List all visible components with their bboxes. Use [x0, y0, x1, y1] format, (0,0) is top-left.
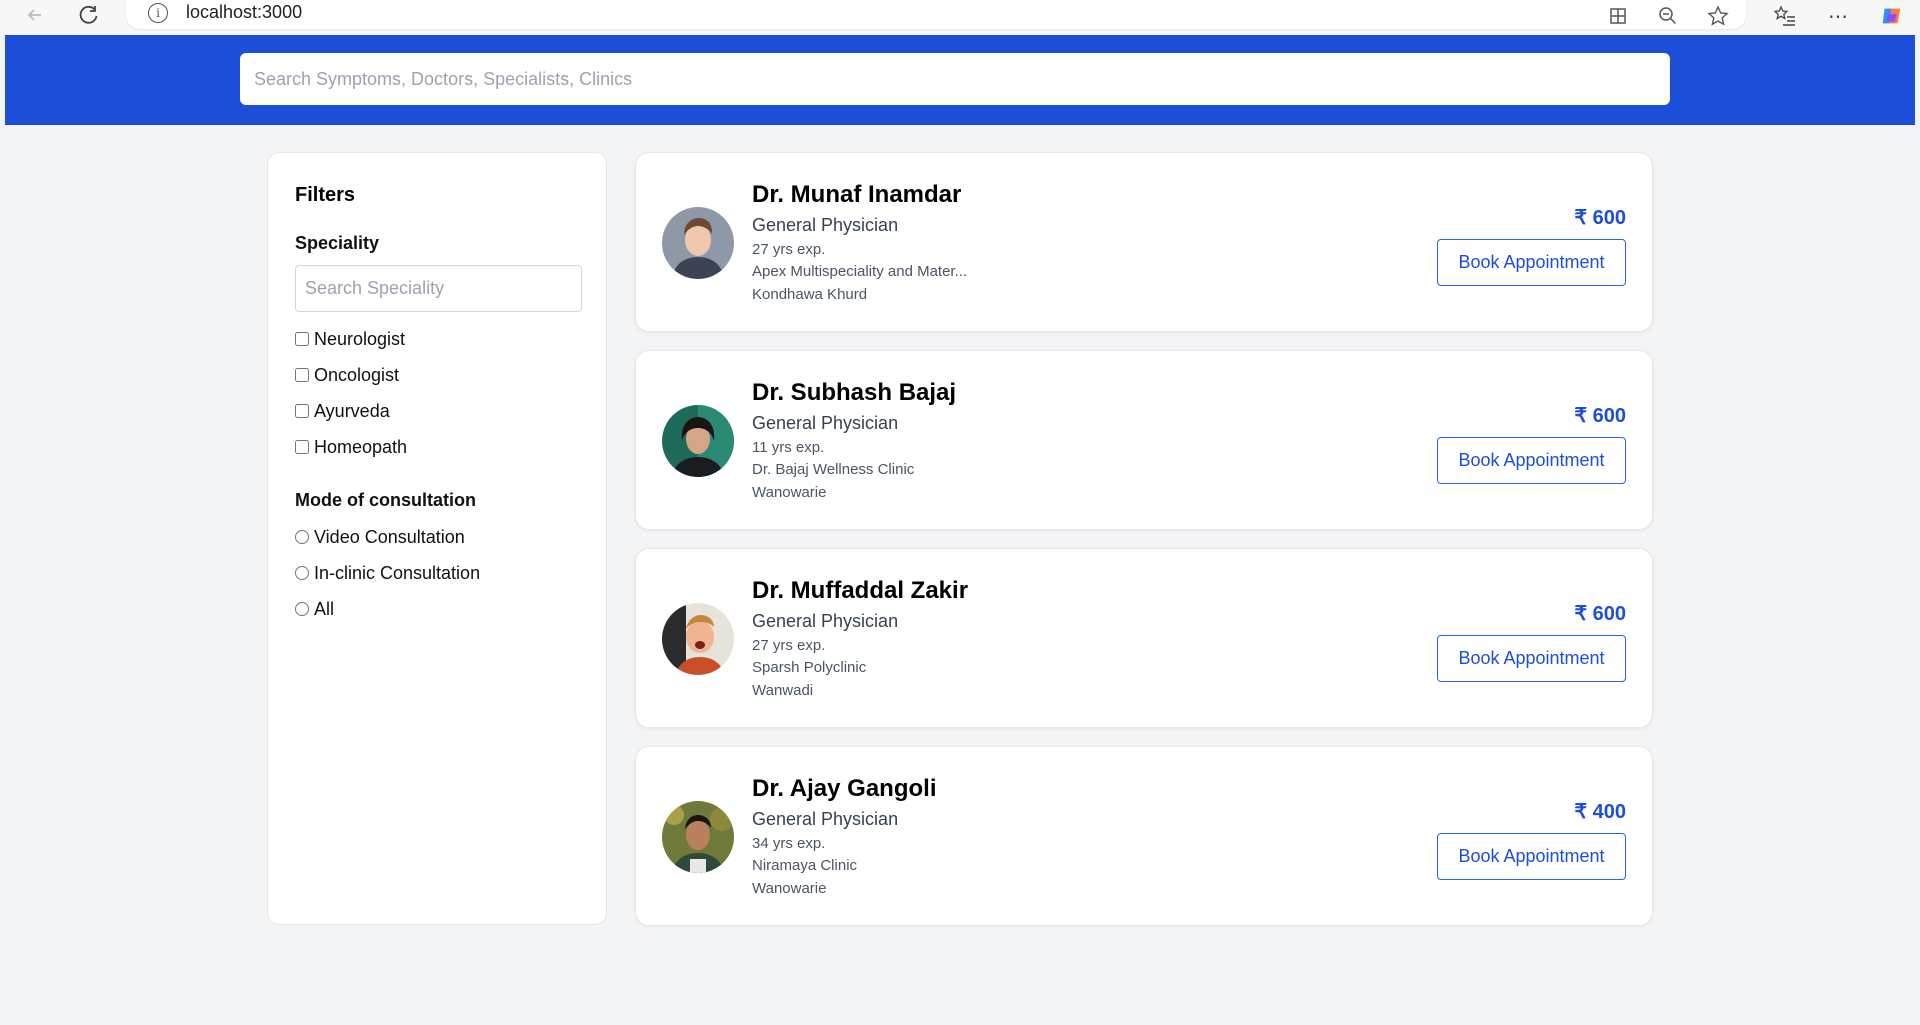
doctor-card: Dr. Munaf Inamdar General Physician 27 y…: [635, 152, 1653, 332]
doctor-location: Wanowarie: [752, 484, 827, 501]
doctor-clinic: Sparsh Polyclinic: [752, 659, 867, 676]
speciality-option-ayurveda[interactable]: Ayurveda: [295, 399, 390, 423]
filters-title: Filters: [295, 184, 356, 206]
more-options-icon[interactable]: ⋯: [1826, 4, 1850, 28]
consultation-fee: ₹ 400: [1574, 801, 1626, 823]
address-bar[interactable]: i localhost:3000: [126, 0, 1746, 29]
top-header: [5, 35, 1915, 125]
in-clinic-consultation-radio[interactable]: [295, 566, 309, 580]
filters-panel: Filters Speciality Neurologist Oncologis…: [267, 152, 607, 925]
doctor-avatar: [662, 405, 734, 477]
book-appointment-button[interactable]: Book Appointment: [1437, 635, 1626, 682]
mode-of-consultation-title: Mode of consultation: [295, 490, 476, 510]
mode-option-in-clinic[interactable]: In-clinic Consultation: [295, 561, 480, 585]
symptoms-search-input[interactable]: [240, 53, 1670, 105]
book-appointment-button[interactable]: Book Appointment: [1437, 833, 1626, 880]
doctor-avatar: [662, 207, 734, 279]
doctor-avatar: [662, 801, 734, 873]
option-label: All: [314, 598, 335, 619]
doctor-location: Wanowarie: [752, 880, 827, 897]
consultation-fee: ₹ 600: [1574, 603, 1626, 625]
browser-toolbar: i localhost:3000 ⋯: [0, 0, 1920, 35]
video-consultation-radio[interactable]: [295, 530, 309, 544]
doctor-location: Wanwadi: [752, 682, 814, 699]
doctor-speciality: General Physician: [752, 809, 899, 829]
doctor-card: Dr. Subhash Bajaj General Physician 11 y…: [635, 350, 1653, 530]
doctor-speciality: General Physician: [752, 413, 899, 433]
app-available-icon[interactable]: [1606, 4, 1630, 28]
doctor-clinic: Niramaya Clinic: [752, 857, 858, 874]
oncologist-checkbox[interactable]: [295, 368, 309, 382]
copilot-icon[interactable]: [1880, 4, 1904, 28]
speciality-option-oncologist[interactable]: Oncologist: [295, 363, 399, 387]
refresh-icon[interactable]: [76, 2, 102, 28]
doctor-card: Dr. Ajay Gangoli General Physician 34 yr…: [635, 746, 1653, 926]
mode-option-video[interactable]: Video Consultation: [295, 525, 465, 549]
neurologist-checkbox[interactable]: [295, 332, 309, 346]
option-label: Homeopath: [314, 436, 408, 457]
speciality-option-homeopath[interactable]: Homeopath: [295, 435, 407, 459]
doctor-name: Dr. Subhash Bajaj: [752, 379, 957, 406]
doctor-speciality: General Physician: [752, 611, 899, 631]
option-label: Neurologist: [314, 328, 406, 349]
zoom-out-icon[interactable]: [1656, 4, 1680, 28]
doctor-card: Dr. Muffaddal Zakir General Physician 27…: [635, 548, 1653, 728]
doctor-name: Dr. Ajay Gangoli: [752, 775, 937, 802]
book-appointment-button[interactable]: Book Appointment: [1437, 437, 1626, 484]
all-radio[interactable]: [295, 602, 309, 616]
favorite-star-icon[interactable]: [1706, 4, 1730, 28]
option-label: In-clinic Consultation: [314, 562, 481, 583]
url-text[interactable]: localhost:3000: [186, 2, 302, 23]
option-label: Ayurveda: [314, 400, 390, 421]
info-icon[interactable]: i: [148, 3, 168, 23]
doctor-speciality: General Physician: [752, 215, 899, 235]
option-label: Oncologist: [314, 364, 400, 385]
doctor-experience: 27 yrs exp.: [752, 637, 826, 654]
doctor-avatar: [662, 603, 734, 675]
speciality-option-neurologist[interactable]: Neurologist: [295, 327, 405, 351]
doctor-clinic: Dr. Bajaj Wellness Clinic: [752, 461, 915, 478]
ayurveda-checkbox[interactable]: [295, 404, 309, 418]
doctor-name: Dr. Munaf Inamdar: [752, 181, 962, 208]
favorites-list-icon[interactable]: [1773, 4, 1797, 28]
doctor-experience: 34 yrs exp.: [752, 835, 826, 852]
doctor-experience: 11 yrs exp.: [752, 439, 825, 456]
homeopath-checkbox[interactable]: [295, 440, 309, 454]
doctor-name: Dr. Muffaddal Zakir: [752, 577, 969, 604]
speciality-title: Speciality: [295, 233, 380, 253]
consultation-fee: ₹ 600: [1574, 207, 1626, 229]
doctor-experience: 27 yrs exp.: [752, 241, 826, 258]
option-label: Video Consultation: [314, 526, 465, 547]
speciality-search-input[interactable]: [295, 265, 582, 312]
mode-option-all[interactable]: All: [295, 597, 334, 621]
back-icon[interactable]: [22, 2, 48, 28]
doctor-location: Kondhawa Khurd: [752, 286, 868, 303]
book-appointment-button[interactable]: Book Appointment: [1437, 239, 1626, 286]
doctor-clinic: Apex Multispeciality and Mater...: [752, 263, 968, 280]
consultation-fee: ₹ 600: [1574, 405, 1626, 427]
